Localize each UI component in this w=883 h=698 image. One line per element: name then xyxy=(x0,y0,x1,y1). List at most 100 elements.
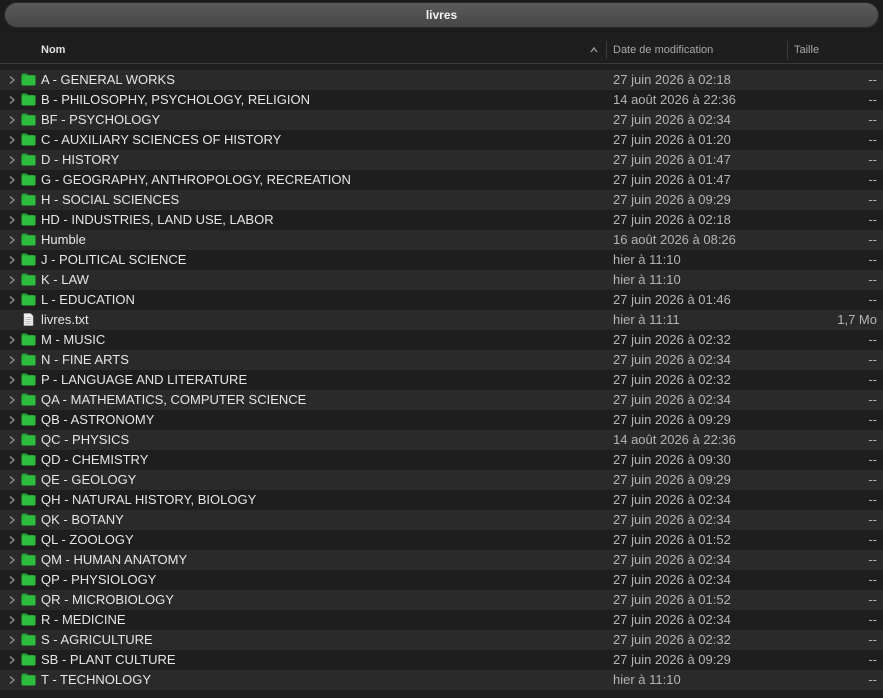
folder-row[interactable]: G - GEOGRAPHY, ANTHROPOLOGY, RECREATION 2… xyxy=(0,170,883,190)
column-divider[interactable] xyxy=(606,41,607,59)
sort-ascending-icon[interactable] xyxy=(589,45,599,55)
column-header-date[interactable]: Date de modification xyxy=(613,36,783,64)
disclosure-chevron-icon[interactable] xyxy=(8,115,16,125)
modified-date: 27 juin 2026 à 02:34 xyxy=(613,492,731,507)
column-header-size-label: Taille xyxy=(794,44,820,56)
folder-name: C - AUXILIARY SCIENCES OF HISTORY xyxy=(41,132,282,147)
disclosure-chevron-icon[interactable] xyxy=(8,335,16,345)
folder-row[interactable]: QC - PHYSICS 14 août 2026 à 22:36 -- xyxy=(0,430,883,450)
folder-row[interactable]: B - PHILOSOPHY, PSYCHOLOGY, RELIGION 14 a… xyxy=(0,90,883,110)
folder-row[interactable]: L - EDUCATION 27 juin 2026 à 01:46 -- xyxy=(0,290,883,310)
folder-row[interactable]: S - AGRICULTURE 27 juin 2026 à 02:32 -- xyxy=(0,630,883,650)
disclosure-chevron-icon[interactable] xyxy=(8,475,16,485)
disclosure-chevron-icon[interactable] xyxy=(8,435,16,445)
modified-date: 27 juin 2026 à 09:29 xyxy=(613,412,731,427)
folder-icon xyxy=(21,493,36,506)
disclosure-chevron-icon[interactable] xyxy=(8,415,16,425)
folder-row[interactable]: BF - PSYCHOLOGY 27 juin 2026 à 02:34 -- xyxy=(0,110,883,130)
folder-icon xyxy=(21,573,36,586)
folder-row[interactable]: QA - MATHEMATICS, COMPUTER SCIENCE 27 jui… xyxy=(0,390,883,410)
folder-row[interactable]: A - GENERAL WORKS 27 juin 2026 à 02:18 -- xyxy=(0,70,883,90)
file-size: -- xyxy=(868,232,877,247)
file-size: -- xyxy=(868,532,877,547)
modified-date: 27 juin 2026 à 01:46 xyxy=(613,292,731,307)
title-pill[interactable]: livres xyxy=(4,2,879,28)
folder-row[interactable]: K - LAW hier à 11:10 -- xyxy=(0,270,883,290)
modified-date: 27 juin 2026 à 02:18 xyxy=(613,72,731,87)
folder-row[interactable]: C - AUXILIARY SCIENCES OF HISTORY 27 juin… xyxy=(0,130,883,150)
file-size: -- xyxy=(868,352,877,367)
disclosure-chevron-icon[interactable] xyxy=(8,175,16,185)
modified-date: hier à 11:11 xyxy=(613,312,680,327)
disclosure-chevron-icon[interactable] xyxy=(8,295,16,305)
folder-icon xyxy=(21,453,36,466)
disclosure-chevron-icon[interactable] xyxy=(8,455,16,465)
disclosure-chevron-icon[interactable] xyxy=(8,495,16,505)
disclosure-chevron-icon[interactable] xyxy=(8,555,16,565)
folder-name: Humble xyxy=(41,232,86,247)
folder-row[interactable]: QE - GEOLOGY 27 juin 2026 à 09:29 -- xyxy=(0,470,883,490)
folder-row[interactable]: M - MUSIC 27 juin 2026 à 02:32 -- xyxy=(0,330,883,350)
disclosure-chevron-icon[interactable] xyxy=(8,655,16,665)
folder-row[interactable]: J - POLITICAL SCIENCE hier à 11:10 -- xyxy=(0,250,883,270)
file-size: -- xyxy=(868,292,877,307)
file-size: -- xyxy=(868,552,877,567)
disclosure-chevron-icon[interactable] xyxy=(8,75,16,85)
modified-date: hier à 11:10 xyxy=(613,672,681,687)
disclosure-chevron-icon[interactable] xyxy=(8,275,16,285)
file-row[interactable]: livres.txt hier à 11:11 1,7 Mo xyxy=(0,310,883,330)
disclosure-chevron-icon[interactable] xyxy=(8,195,16,205)
folder-row[interactable]: N - FINE ARTS 27 juin 2026 à 02:34 -- xyxy=(0,350,883,370)
modified-date: 27 juin 2026 à 02:34 xyxy=(613,552,731,567)
folder-row[interactable]: QR - MICROBIOLOGY 27 juin 2026 à 01:52 -- xyxy=(0,590,883,610)
modified-date: 14 août 2026 à 22:36 xyxy=(613,92,736,107)
folder-row[interactable]: QK - BOTANY 27 juin 2026 à 02:34 -- xyxy=(0,510,883,530)
folder-name: HD - INDUSTRIES, LAND USE, LABOR xyxy=(41,212,274,227)
disclosure-chevron-icon[interactable] xyxy=(8,575,16,585)
folder-icon xyxy=(21,533,36,546)
folder-row[interactable]: T - TECHNOLOGY hier à 11:10 -- xyxy=(0,670,883,690)
column-header-date-label: Date de modification xyxy=(613,44,714,56)
folder-row[interactable]: QH - NATURAL HISTORY, BIOLOGY 27 juin 202… xyxy=(0,490,883,510)
folder-row[interactable]: H - SOCIAL SCIENCES 27 juin 2026 à 09:29 -… xyxy=(0,190,883,210)
folder-row[interactable]: QM - HUMAN ANATOMY 27 juin 2026 à 02:34 -- xyxy=(0,550,883,570)
disclosure-chevron-icon[interactable] xyxy=(8,355,16,365)
disclosure-chevron-icon[interactable] xyxy=(8,215,16,225)
column-header-name-label: Nom xyxy=(41,44,66,56)
disclosure-chevron-icon[interactable] xyxy=(8,395,16,405)
folder-icon xyxy=(21,513,36,526)
disclosure-chevron-icon[interactable] xyxy=(8,615,16,625)
column-header-name[interactable]: Nom xyxy=(41,36,606,64)
modified-date: 16 août 2026 à 08:26 xyxy=(613,232,736,247)
column-divider[interactable] xyxy=(787,41,788,59)
disclosure-chevron-icon[interactable] xyxy=(8,135,16,145)
column-header-size[interactable]: Taille xyxy=(794,36,879,64)
folder-name: J - POLITICAL SCIENCE xyxy=(41,252,187,267)
disclosure-chevron-icon[interactable] xyxy=(8,255,16,265)
disclosure-chevron-icon[interactable] xyxy=(8,515,16,525)
folder-row[interactable]: QP - PHYSIOLOGY 27 juin 2026 à 02:34 -- xyxy=(0,570,883,590)
disclosure-chevron-icon[interactable] xyxy=(8,595,16,605)
disclosure-chevron-icon[interactable] xyxy=(8,375,16,385)
modified-date: 27 juin 2026 à 02:34 xyxy=(613,352,731,367)
folder-row[interactable]: D - HISTORY 27 juin 2026 à 01:47 -- xyxy=(0,150,883,170)
folder-icon xyxy=(21,593,36,606)
folder-row[interactable]: SB - PLANT CULTURE 27 juin 2026 à 09:29 -- xyxy=(0,650,883,670)
disclosure-chevron-icon[interactable] xyxy=(8,95,16,105)
disclosure-chevron-icon[interactable] xyxy=(8,675,16,685)
folder-row[interactable]: QL - ZOOLOGY 27 juin 2026 à 01:52 -- xyxy=(0,530,883,550)
folder-row[interactable]: P - LANGUAGE AND LITERATURE 27 juin 2026 … xyxy=(0,370,883,390)
folder-row[interactable]: HD - INDUSTRIES, LAND USE, LABOR 27 juin … xyxy=(0,210,883,230)
file-size: -- xyxy=(868,212,877,227)
folder-row[interactable]: Humble 16 août 2026 à 08:26 -- xyxy=(0,230,883,250)
folder-row[interactable]: R - MEDICINE 27 juin 2026 à 02:34 -- xyxy=(0,610,883,630)
folder-row[interactable]: QB - ASTRONOMY 27 juin 2026 à 09:29 -- xyxy=(0,410,883,430)
file-size: -- xyxy=(868,432,877,447)
file-size: -- xyxy=(868,192,877,207)
disclosure-chevron-icon[interactable] xyxy=(8,235,16,245)
disclosure-chevron-icon[interactable] xyxy=(8,535,16,545)
folder-row[interactable]: QD - CHEMISTRY 27 juin 2026 à 09:30 -- xyxy=(0,450,883,470)
folder-name: QH - NATURAL HISTORY, BIOLOGY xyxy=(41,492,257,507)
disclosure-chevron-icon[interactable] xyxy=(8,635,16,645)
disclosure-chevron-icon[interactable] xyxy=(8,155,16,165)
